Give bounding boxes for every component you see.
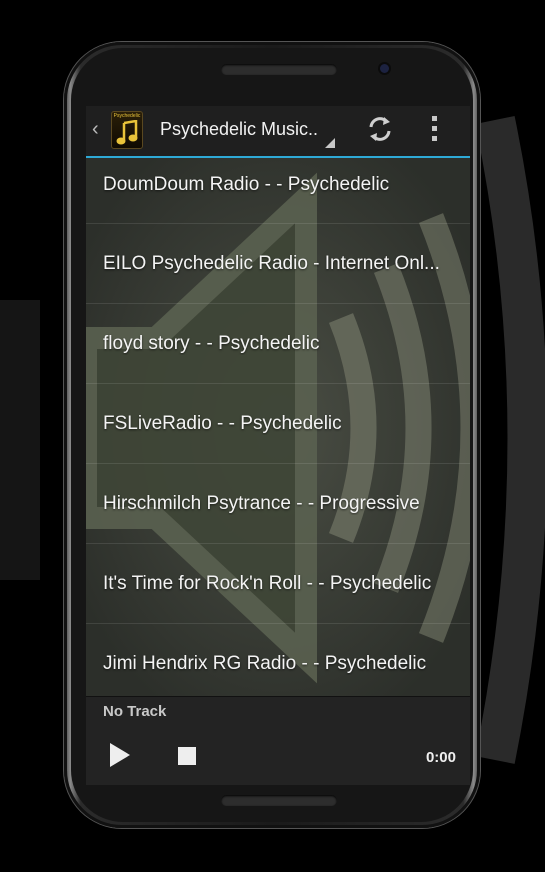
- station-name: FSLiveRadio - - Psychedelic: [103, 412, 342, 434]
- phone-frame: ‹ Psychedelic Psychedelic Music.. DoumDo…: [64, 42, 480, 828]
- station-row[interactable]: DoumDoum Radio - - Psychedelic: [86, 158, 470, 224]
- screen: ‹ Psychedelic Psychedelic Music.. DoumDo…: [86, 106, 470, 785]
- player-bar: No Track 0:00: [86, 696, 470, 785]
- station-row[interactable]: FSLiveRadio - - Psychedelic: [86, 384, 470, 464]
- overflow-menu-icon[interactable]: [430, 116, 440, 144]
- front-camera: [380, 64, 389, 73]
- station-name: floyd story - - Psychedelic: [103, 332, 320, 354]
- stop-icon[interactable]: [178, 747, 196, 765]
- up-caret-icon[interactable]: ‹: [92, 118, 99, 141]
- station-row[interactable]: Hirschmilch Psytrance - - Progressive: [86, 464, 470, 544]
- action-bar: ‹ Psychedelic Psychedelic Music..: [86, 106, 470, 158]
- earpiece-speaker: [221, 64, 337, 75]
- station-spinner-title[interactable]: Psychedelic Music..: [160, 119, 320, 140]
- station-row[interactable]: Jimi Hendrix RG Radio - - Psychedelic: [86, 624, 470, 696]
- station-name: Hirschmilch Psytrance - - Progressive: [103, 492, 420, 514]
- station-row[interactable]: It's Time for Rock'n Roll - - Psychedeli…: [86, 544, 470, 624]
- refresh-icon[interactable]: [365, 114, 395, 144]
- station-list: DoumDoum Radio - - Psychedelic EILO Psyc…: [86, 158, 470, 696]
- station-row[interactable]: EILO Psychedelic Radio - Internet Onl...: [86, 224, 470, 304]
- app-icon-label: Psychedelic: [113, 113, 141, 119]
- app-icon[interactable]: Psychedelic: [111, 111, 143, 149]
- station-name: It's Time for Rock'n Roll - - Psychedeli…: [103, 572, 432, 594]
- station-name: DoumDoum Radio - - Psychedelic: [103, 173, 390, 195]
- elapsed-time: 0:00: [425, 749, 456, 766]
- track-title: No Track: [103, 703, 167, 720]
- music-note-icon: [116, 120, 138, 145]
- station-row[interactable]: floyd story - - Psychedelic: [86, 304, 470, 384]
- station-name: EILO Psychedelic Radio - Internet Onl...: [103, 252, 440, 274]
- station-name: Jimi Hendrix RG Radio - - Psychedelic: [103, 652, 427, 674]
- bottom-speaker: [221, 795, 337, 806]
- play-icon[interactable]: [110, 743, 130, 767]
- phone-face: ‹ Psychedelic Psychedelic Music.. DoumDo…: [71, 48, 473, 822]
- dropdown-triangle-icon[interactable]: [325, 138, 335, 148]
